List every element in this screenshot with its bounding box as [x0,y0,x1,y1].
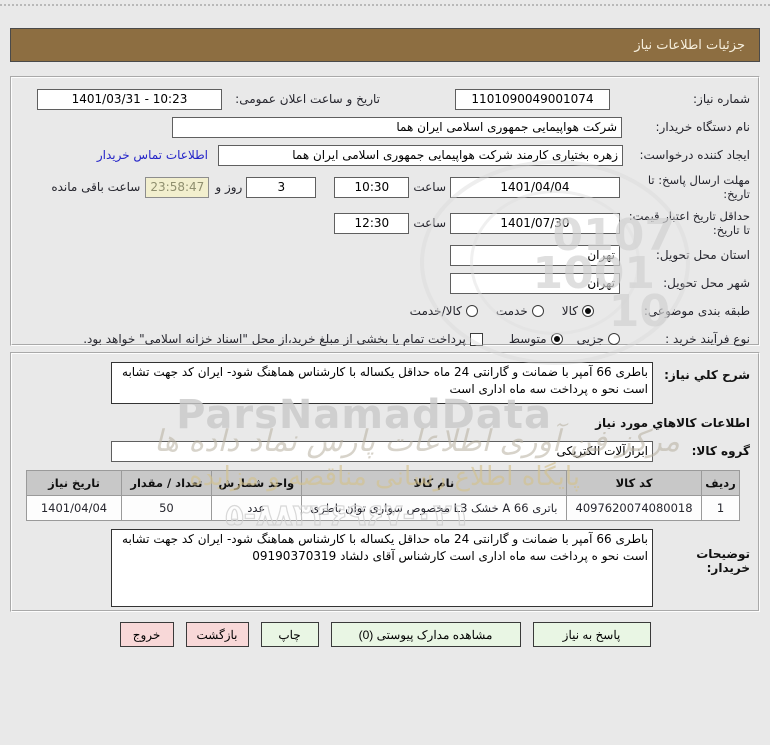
row-creator: ایجاد کننده درخواست: زهره بختیاری کارمند… [20,144,750,166]
goods-table: ردیف کد کالا نام کالا واحد شمارش تعداد /… [26,470,740,521]
creator-field[interactable]: زهره بختیاری کارمند شرکت هواپیمایی جمهور… [218,144,623,166]
need-info-panel: شماره نیاز: 1101090049001074 تاریخ و ساع… [10,76,760,346]
buyer-contact-link[interactable]: اطلاعات تماس خریدار [97,148,208,162]
creator-label: ایجاد کننده درخواست: [639,148,750,162]
top-dotted-divider [0,4,770,6]
province-label: استان محل تحویل: [655,248,750,262]
city-field[interactable]: تهران [450,272,620,294]
radio-service-label: خدمت [495,304,528,318]
validity-label: حداقل تاریخ اعتبار قیمت: تا تاریخ: [628,208,750,237]
row-deadline: مهلت ارسال پاسخ: تا تاریخ: 1401/04/04 سا… [20,172,750,202]
col-header-name: نام کالا [300,470,568,496]
row-process-type: نوع فرآیند خرید : جزیی متوسط پرداخت تمام… [20,328,750,350]
need-number-field[interactable]: 1101090049001074 [455,88,610,110]
validity-time-field[interactable]: 12:30 [334,212,410,234]
row-goods-group: گروه کالا: ابزارآلات الکتریکی [20,440,750,462]
cell-name: باتری 66 A خشک L3 مخصوص سواری توان باطری [300,495,568,521]
col-header-date: تاریخ نیاز [26,470,122,496]
goods-section-title: اطلاعات کالاهاي مورد نیاز [595,416,750,430]
radio-medium[interactable] [550,333,563,345]
deadline-label: مهلت ارسال پاسخ: تا تاریخ: [647,172,750,201]
treasury-docs-checkbox-label: پرداخت تمام یا بخشی از مبلغ خرید،از محل … [83,331,466,346]
announce-datetime-field[interactable]: 1401/03/31 - 10:23 [37,88,222,110]
row-classification: طبقه بندی موضوعی: کالا خدمت کالا/خدمت [20,300,750,322]
validity-hour-label: ساعت [413,216,446,230]
print-button[interactable]: چاپ [260,622,319,647]
back-button[interactable]: بازگشت [185,622,249,647]
radio-minor-label: جزیی [576,332,604,346]
deadline-date-field[interactable]: 1401/04/04 [450,176,620,198]
action-button-row: پاسخ به نیاز مشاهده مدارک پیوستی (0) چاپ… [0,622,770,647]
cell-code: 4097620074080018 [566,495,703,521]
deadline-time-field[interactable]: 10:30 [334,176,410,198]
deadline-hour-label: ساعت [413,180,446,194]
buyer-org-field[interactable]: شرکت هواپیمایی جمهوری اسلامی ایران هما [172,116,622,138]
radio-goods-service[interactable] [465,305,478,317]
buyer-notes-label: توضیحات خریدار: [696,547,750,575]
row-city: شهر محل تحویل: تهران [20,272,750,294]
buyer-notes-field[interactable]: باطری 66 آمپر با ضمانت و گارانتی 24 ماه … [111,529,653,607]
province-field[interactable]: تهران [450,244,620,266]
cell-row: 1 [701,495,740,521]
col-header-unit: واحد شمارش [210,470,302,496]
row-need-description: شرح کلي نیاز: باطری 66 آمپر با ضمانت و گ… [20,362,750,404]
process-type-label: نوع فرآیند خرید : [665,332,750,346]
city-label: شهر محل تحویل: [663,276,750,290]
treasury-docs-checkbox[interactable] [469,332,483,346]
goods-group-field[interactable]: ابزارآلات الکتریکی [111,440,653,462]
deadline-days-label: روز و [215,180,243,194]
cell-qty: 50 [121,495,212,521]
col-header-qty: تعداد / مقدار [121,470,212,496]
classification-label: طبقه بندی موضوعی: [643,304,750,318]
row-need-number: شماره نیاز: 1101090049001074 تاریخ و ساع… [20,88,750,110]
radio-service[interactable] [531,305,544,317]
table-row: 1 4097620074080018 باتری 66 A خشک L3 مخص… [26,495,740,521]
view-attachments-button[interactable]: مشاهده مدارک پیوستی (0) [330,622,521,647]
need-number-label: شماره نیاز: [693,92,750,106]
radio-minor[interactable] [608,333,620,345]
deadline-countdown: 23:58:47 [145,176,210,198]
respond-to-need-button[interactable]: پاسخ به نیاز [532,622,651,647]
exit-button[interactable]: خروج [119,622,174,647]
deadline-remaining-label: ساعت باقی مانده [51,180,141,194]
col-header-code: کد کالا [566,470,703,496]
radio-medium-label: متوسط [508,332,547,346]
page-header-bar: جزئیات اطلاعات نیاز [10,28,760,62]
goods-table-header-row: ردیف کد کالا نام کالا واحد شمارش تعداد /… [26,470,740,496]
cell-unit: عدد [210,495,302,521]
need-description-field[interactable]: باطری 66 آمپر با ضمانت و گارانتی 24 ماه … [111,362,653,404]
row-goods-section-title: اطلاعات کالاهاي مورد نیاز [20,412,750,434]
radio-goods[interactable] [582,305,594,317]
radio-goods-service-label: کالا/خدمت [409,304,462,318]
page-title: جزئیات اطلاعات نیاز [634,37,745,53]
goods-group-label: گروه کالا: [691,444,750,458]
announce-label: تاریخ و ساعت اعلان عمومی: [235,92,380,106]
goods-info-panel: شرح کلي نیاز: باطری 66 آمپر با ضمانت و گ… [10,352,760,612]
need-description-label: شرح کلي نیاز: [664,368,750,382]
row-province: استان محل تحویل: تهران [20,244,750,266]
deadline-days-field[interactable]: 3 [246,176,317,198]
radio-goods-label: کالا [561,304,578,318]
col-header-row: ردیف [701,470,740,496]
cell-date: 1401/04/04 [26,495,122,521]
row-buyer-notes: توضیحات خریدار: باطری 66 آمپر با ضمانت و… [20,529,750,607]
row-buyer-org: نام دستگاه خریدار: شرکت هواپیمایی جمهوری… [20,116,750,138]
row-validity: حداقل تاریخ اعتبار قیمت: تا تاریخ: 1401/… [20,208,750,238]
buyer-org-label: نام دستگاه خریدار: [655,120,751,134]
validity-date-field[interactable]: 1401/07/30 [450,212,620,234]
